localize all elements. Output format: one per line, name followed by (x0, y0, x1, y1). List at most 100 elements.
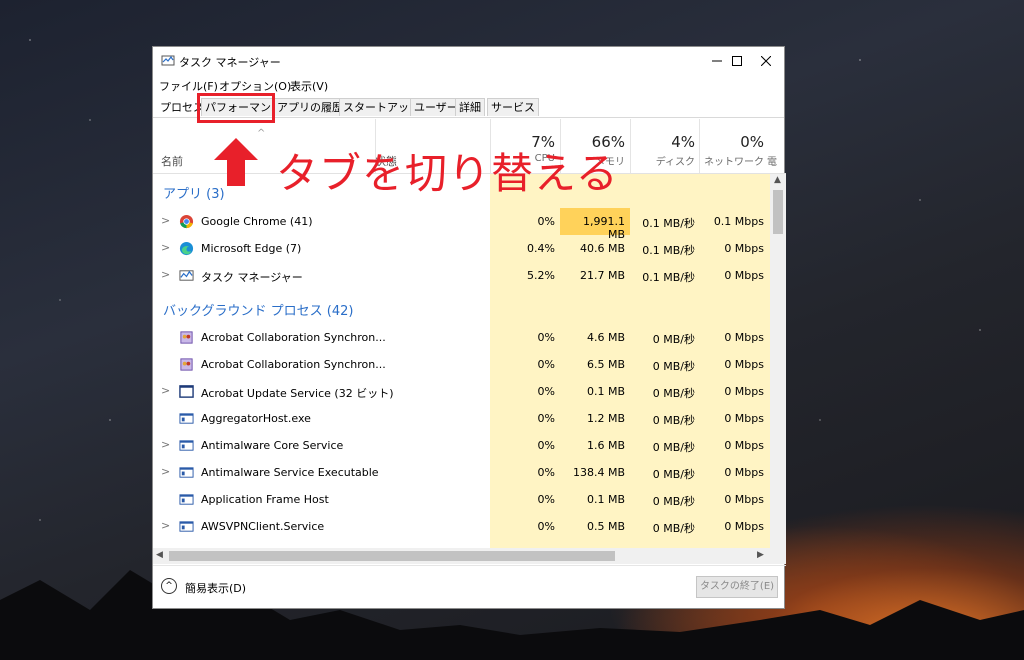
network-value: 0 Mbps (724, 520, 764, 533)
menu-file[interactable]: ファイル(F) (159, 78, 218, 94)
table-row[interactable]: > AWSVPNClient.Service 0% 0.5 MB 0 MB/秒 … (153, 513, 770, 540)
horizontal-scrollbar[interactable]: ◀ ▶ (153, 548, 770, 564)
table-row[interactable]: AggregatorHost.exe 0% 1.2 MB 0 MB/秒 0 Mb… (153, 405, 770, 432)
cpu-value: 0% (537, 358, 555, 371)
group-background: バックグラウンド プロセス (42) (163, 304, 354, 319)
chevron-right-icon[interactable]: > (161, 384, 170, 397)
app-window-icon (179, 494, 194, 505)
column-name[interactable]: 名前 (161, 153, 183, 169)
disk-value: 0 MB/秒 (652, 522, 695, 535)
chevron-up-icon[interactable]: ^ (161, 578, 177, 594)
network-value: 0 Mbps (724, 493, 764, 506)
chevron-right-icon[interactable]: > (161, 438, 170, 451)
table-row[interactable]: Acrobat Collaboration Synchron... 0% 6.5… (153, 351, 770, 378)
chevron-right-icon[interactable]: > (161, 268, 170, 281)
disk-value: 0 MB/秒 (652, 414, 695, 427)
acrobat-collab-icon (180, 331, 193, 344)
cpu-value: 0% (537, 439, 555, 452)
end-task-button[interactable]: タスクの終了(E) (696, 576, 778, 598)
chevron-right-icon[interactable]: > (161, 465, 170, 478)
disk-value: 0 MB/秒 (652, 333, 695, 346)
chevron-right-icon[interactable]: > (161, 519, 170, 532)
scroll-left-icon[interactable]: ◀ (156, 550, 163, 560)
network-value: 0 Mbps (724, 331, 764, 344)
cpu-value: 5.2% (527, 269, 555, 282)
network-value: 0 Mbps (724, 242, 764, 255)
process-list: アプリ (3) > Google Chrome (41) 0% 1,991.1 … (153, 174, 770, 548)
chevron-right-icon[interactable]: > (161, 241, 170, 254)
maximize-icon (732, 56, 742, 66)
simple-view-link[interactable]: 簡易表示(D) (185, 580, 246, 596)
memory-value: 1.6 MB (586, 439, 625, 452)
memory-value: 0.1 MB (586, 493, 625, 506)
table-row[interactable]: > Google Chrome (41) 0% 1,991.1 MB 0.1 M… (153, 208, 770, 241)
horizontal-scroll-thumb[interactable] (169, 551, 615, 561)
table-row[interactable]: Acrobat Collaboration Synchron... 0% 4.6… (153, 324, 770, 351)
scrollbar-corner (770, 548, 786, 564)
menu-view[interactable]: 表示(V) (290, 78, 328, 94)
network-percent[interactable]: 0% (702, 133, 764, 151)
disk-value: 0.1 MB/秒 (642, 217, 695, 230)
network-label[interactable]: ネットワーク (702, 153, 764, 168)
title-bar[interactable]: タスク マネージャー (153, 47, 784, 75)
app-window-icon (179, 413, 194, 424)
acrobat-collab-icon (180, 358, 193, 371)
network-value: 0.1 Mbps (713, 215, 764, 228)
close-button[interactable] (743, 47, 789, 75)
table-row[interactable]: > タスク マネージャー 5.2% 21.7 MB 0.1 MB/秒 0 Mbp… (153, 262, 770, 289)
process-name: AWSVPNClient.Service (201, 520, 325, 533)
disk-value: 0 MB/秒 (652, 495, 695, 508)
process-name: Acrobat Update Service (32 ビット) (201, 387, 394, 400)
scroll-right-icon[interactable]: ▶ (757, 550, 764, 560)
table-row[interactable]: Application Frame Host 0% 0.1 MB 0 MB/秒 … (153, 486, 770, 513)
process-name: Acrobat Collaboration Synchron... (201, 331, 386, 344)
power-label[interactable]: 電 (767, 153, 783, 168)
process-name: Google Chrome (41) (201, 215, 313, 228)
memory-value: 0.5 MB (586, 520, 625, 533)
table-row[interactable]: > Antimalware Service Executable 0% 138.… (153, 459, 770, 486)
table-row[interactable]: > Microsoft Edge (7) 0.4% 40.6 MB 0.1 MB… (153, 235, 770, 262)
memory-value: 21.7 MB (579, 269, 625, 282)
app-window-icon (179, 467, 194, 478)
memory-value: 138.4 MB (572, 466, 625, 479)
disk-value: 0 MB/秒 (652, 387, 695, 400)
red-up-arrow-icon (214, 138, 258, 186)
table-row[interactable]: > Antimalware Core Service 0% 1.6 MB 0 M… (153, 432, 770, 459)
cpu-value: 0% (537, 215, 555, 228)
tab-services[interactable]: サービス (487, 98, 539, 116)
disk-value: 0.1 MB/秒 (642, 271, 695, 284)
network-value: 0 Mbps (724, 385, 764, 398)
cpu-value: 0% (537, 412, 555, 425)
chevron-right-icon[interactable]: > (161, 214, 170, 227)
vertical-scroll-thumb[interactable] (773, 190, 783, 234)
cpu-value: 0% (537, 520, 555, 533)
memory-value: 1.2 MB (586, 412, 625, 425)
memory-value: 4.6 MB (586, 331, 625, 344)
vertical-scrollbar[interactable]: ▲ (770, 174, 786, 548)
tab-users[interactable]: ユーザー (410, 98, 462, 116)
cpu-value: 0% (537, 493, 555, 506)
tab-app-history[interactable]: アプリの履歴 (273, 98, 347, 116)
memory-value: 40.6 MB (579, 242, 625, 255)
table-row[interactable]: > Acrobat Update Service (32 ビット) 0% 0.1… (153, 378, 770, 405)
column-divider (630, 119, 631, 173)
menu-options[interactable]: オプション(O) (219, 78, 291, 94)
close-icon (761, 56, 771, 66)
scroll-up-icon[interactable]: ▲ (774, 175, 781, 185)
window-title: タスク マネージャー (179, 56, 281, 69)
cpu-value: 0% (537, 331, 555, 344)
disk-label[interactable]: ディスク (633, 153, 695, 168)
process-name: Antimalware Service Executable (201, 466, 379, 479)
tab-details[interactable]: 詳細 (455, 98, 485, 116)
annotation-text: タブを切り替える (276, 149, 619, 198)
memory-value: 0.1 MB (586, 385, 625, 398)
task-manager-icon (179, 270, 194, 281)
disk-percent[interactable]: 4% (633, 133, 695, 151)
edge-icon (179, 241, 194, 256)
process-name: AggregatorHost.exe (201, 412, 311, 425)
cpu-value: 0% (537, 466, 555, 479)
app-window-icon (179, 521, 194, 532)
service-icon (179, 385, 194, 398)
column-divider (699, 119, 700, 173)
memory-value: 6.5 MB (586, 358, 625, 371)
